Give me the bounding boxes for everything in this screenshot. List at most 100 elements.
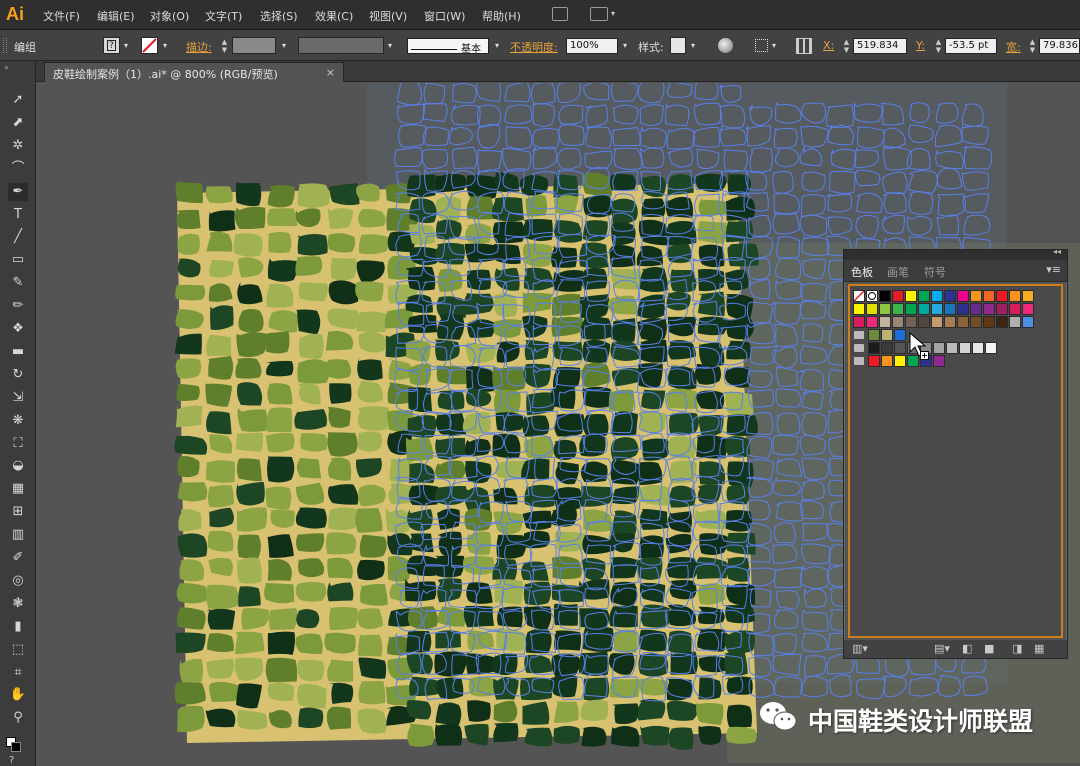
y-spinner[interactable]: ▲ ▼: [934, 38, 943, 54]
lasso-tool-icon[interactable]: ⌒: [8, 160, 28, 178]
color-swatch[interactable]: [946, 342, 958, 354]
color-swatch[interactable]: [933, 342, 945, 354]
mesh-tool-icon[interactable]: ⊞: [8, 503, 28, 521]
scale-tool-icon[interactable]: ⇲: [8, 389, 28, 407]
align-dropdown-icon[interactable]: ▾: [769, 38, 779, 54]
color-swatch[interactable]: [970, 290, 982, 302]
color-group-folder-icon[interactable]: [854, 331, 864, 339]
color-swatch[interactable]: [868, 342, 880, 354]
chevron-down-icon[interactable]: ▾: [611, 9, 615, 18]
show-kinds-icon[interactable]: ◧: [962, 642, 972, 655]
width-field[interactable]: 79.836: [1039, 38, 1080, 54]
width-spinner[interactable]: ▲ ▼: [1028, 38, 1037, 54]
width-label[interactable]: 宽:: [1006, 39, 1021, 55]
collapse-panel-icon[interactable]: ◂◂: [1053, 247, 1061, 256]
new-swatch-icon[interactable]: ◨: [1012, 642, 1022, 655]
panel-title-bar[interactable]: ◂◂: [844, 247, 1067, 260]
color-swatch[interactable]: [944, 303, 956, 315]
recolor-artwork-icon[interactable]: [718, 38, 733, 53]
color-swatch[interactable]: [1022, 303, 1034, 315]
document-tab[interactable]: 皮鞋绘制案例（1）.ai* @ 800% (RGB/预览) ×: [44, 62, 344, 82]
reference-point-icon[interactable]: [796, 38, 812, 54]
artboard-tool-icon[interactable]: ⬚: [8, 641, 28, 659]
pen-tool-icon[interactable]: ✒: [8, 182, 28, 201]
menu-item[interactable]: 帮助(H): [482, 8, 521, 24]
color-swatch[interactable]: [881, 342, 893, 354]
blend-tool-icon[interactable]: ◎: [8, 572, 28, 590]
color-swatch[interactable]: [1009, 303, 1021, 315]
color-swatch[interactable]: [894, 355, 906, 367]
color-swatch[interactable]: [879, 290, 891, 302]
menu-item[interactable]: 编辑(E): [97, 8, 135, 24]
graphic-style-swatch[interactable]: [670, 37, 686, 54]
y-field[interactable]: -53.5 pt: [945, 38, 997, 54]
pencil-tool-icon[interactable]: ✏: [8, 297, 28, 315]
paintbrush-tool-icon[interactable]: ✎: [8, 274, 28, 292]
color-swatch[interactable]: [944, 290, 956, 302]
registration-swatch[interactable]: [866, 290, 878, 302]
profile-dropdown-icon[interactable]: ▾: [385, 38, 395, 54]
color-swatch[interactable]: [985, 342, 997, 354]
stroke-weight-dropdown-icon[interactable]: ▾: [279, 38, 289, 54]
gradient-tool-icon[interactable]: ▥: [8, 526, 28, 544]
rectangle-tool-icon[interactable]: ▭: [8, 251, 28, 269]
menu-item[interactable]: 对象(O): [150, 8, 189, 24]
color-swatch[interactable]: [918, 303, 930, 315]
color-swatch[interactable]: [892, 316, 904, 328]
eyedropper-tool-icon[interactable]: ✐: [8, 549, 28, 567]
menu-item[interactable]: 文字(T): [205, 8, 242, 24]
menu-item[interactable]: 效果(C): [315, 8, 353, 24]
color-swatch[interactable]: [957, 290, 969, 302]
color-swatch[interactable]: [983, 290, 995, 302]
x-label[interactable]: X:: [823, 39, 834, 52]
menu-item[interactable]: 选择(S): [260, 8, 298, 24]
y-label[interactable]: Y:: [916, 39, 925, 52]
arrange-documents-icon[interactable]: [590, 7, 608, 21]
panel-grip-icon[interactable]: [3, 38, 7, 53]
color-swatch[interactable]: [996, 290, 1008, 302]
color-swatch[interactable]: [879, 316, 891, 328]
type-tool-icon[interactable]: T: [8, 206, 28, 224]
color-swatch[interactable]: [983, 303, 995, 315]
blob-brush-tool-icon[interactable]: ❖: [8, 320, 28, 338]
color-swatch[interactable]: [1009, 290, 1021, 302]
variable-width-profile[interactable]: [298, 37, 384, 54]
color-group-folder-icon[interactable]: [854, 344, 864, 352]
opacity-dropdown-icon[interactable]: ▾: [620, 38, 630, 54]
direct-selection-tool-icon[interactable]: ⬈: [8, 114, 28, 132]
x-spinner[interactable]: ▲ ▼: [842, 38, 851, 54]
opacity-field[interactable]: 100%: [566, 38, 618, 54]
color-swatch[interactable]: [866, 303, 878, 315]
color-swatch[interactable]: [996, 303, 1008, 315]
menu-item[interactable]: 文件(F): [43, 8, 80, 24]
zoom-tool-icon[interactable]: ⚲: [8, 709, 28, 727]
color-swatch[interactable]: [931, 303, 943, 315]
color-swatch[interactable]: [1022, 290, 1034, 302]
slice-tool-icon[interactable]: ⌗: [8, 664, 28, 682]
color-swatch[interactable]: [892, 303, 904, 315]
color-swatch[interactable]: [972, 342, 984, 354]
color-swatch[interactable]: [868, 355, 880, 367]
color-swatch[interactable]: [959, 342, 971, 354]
color-swatch[interactable]: [868, 329, 880, 341]
color-swatch[interactable]: [918, 316, 930, 328]
column-graph-tool-icon[interactable]: ▮: [8, 618, 28, 636]
menu-item[interactable]: 窗口(W): [424, 8, 465, 24]
color-swatch[interactable]: [905, 303, 917, 315]
shape-builder-tool-icon[interactable]: ◒: [8, 457, 28, 475]
color-swatch[interactable]: [879, 303, 891, 315]
swatch-libraries-icon[interactable]: ▥▾: [852, 642, 868, 655]
warp-tool-icon[interactable]: ❋: [8, 412, 28, 430]
color-swatch[interactable]: [866, 316, 878, 328]
color-swatch[interactable]: [970, 316, 982, 328]
selection-tool-icon[interactable]: ➚: [8, 91, 28, 109]
fill-dropdown-icon[interactable]: ▾: [121, 38, 131, 54]
stroke-dropdown-icon[interactable]: ▾: [160, 38, 170, 54]
align-to-icon[interactable]: [755, 39, 768, 52]
fill-swatch[interactable]: ?: [103, 37, 120, 54]
color-swatch[interactable]: [983, 316, 995, 328]
tab-brushes[interactable]: 画笔: [887, 264, 909, 280]
style-dropdown-icon[interactable]: ▾: [688, 38, 698, 54]
delete-swatch-icon[interactable]: ▦: [1034, 642, 1044, 655]
color-swatch[interactable]: [944, 316, 956, 328]
